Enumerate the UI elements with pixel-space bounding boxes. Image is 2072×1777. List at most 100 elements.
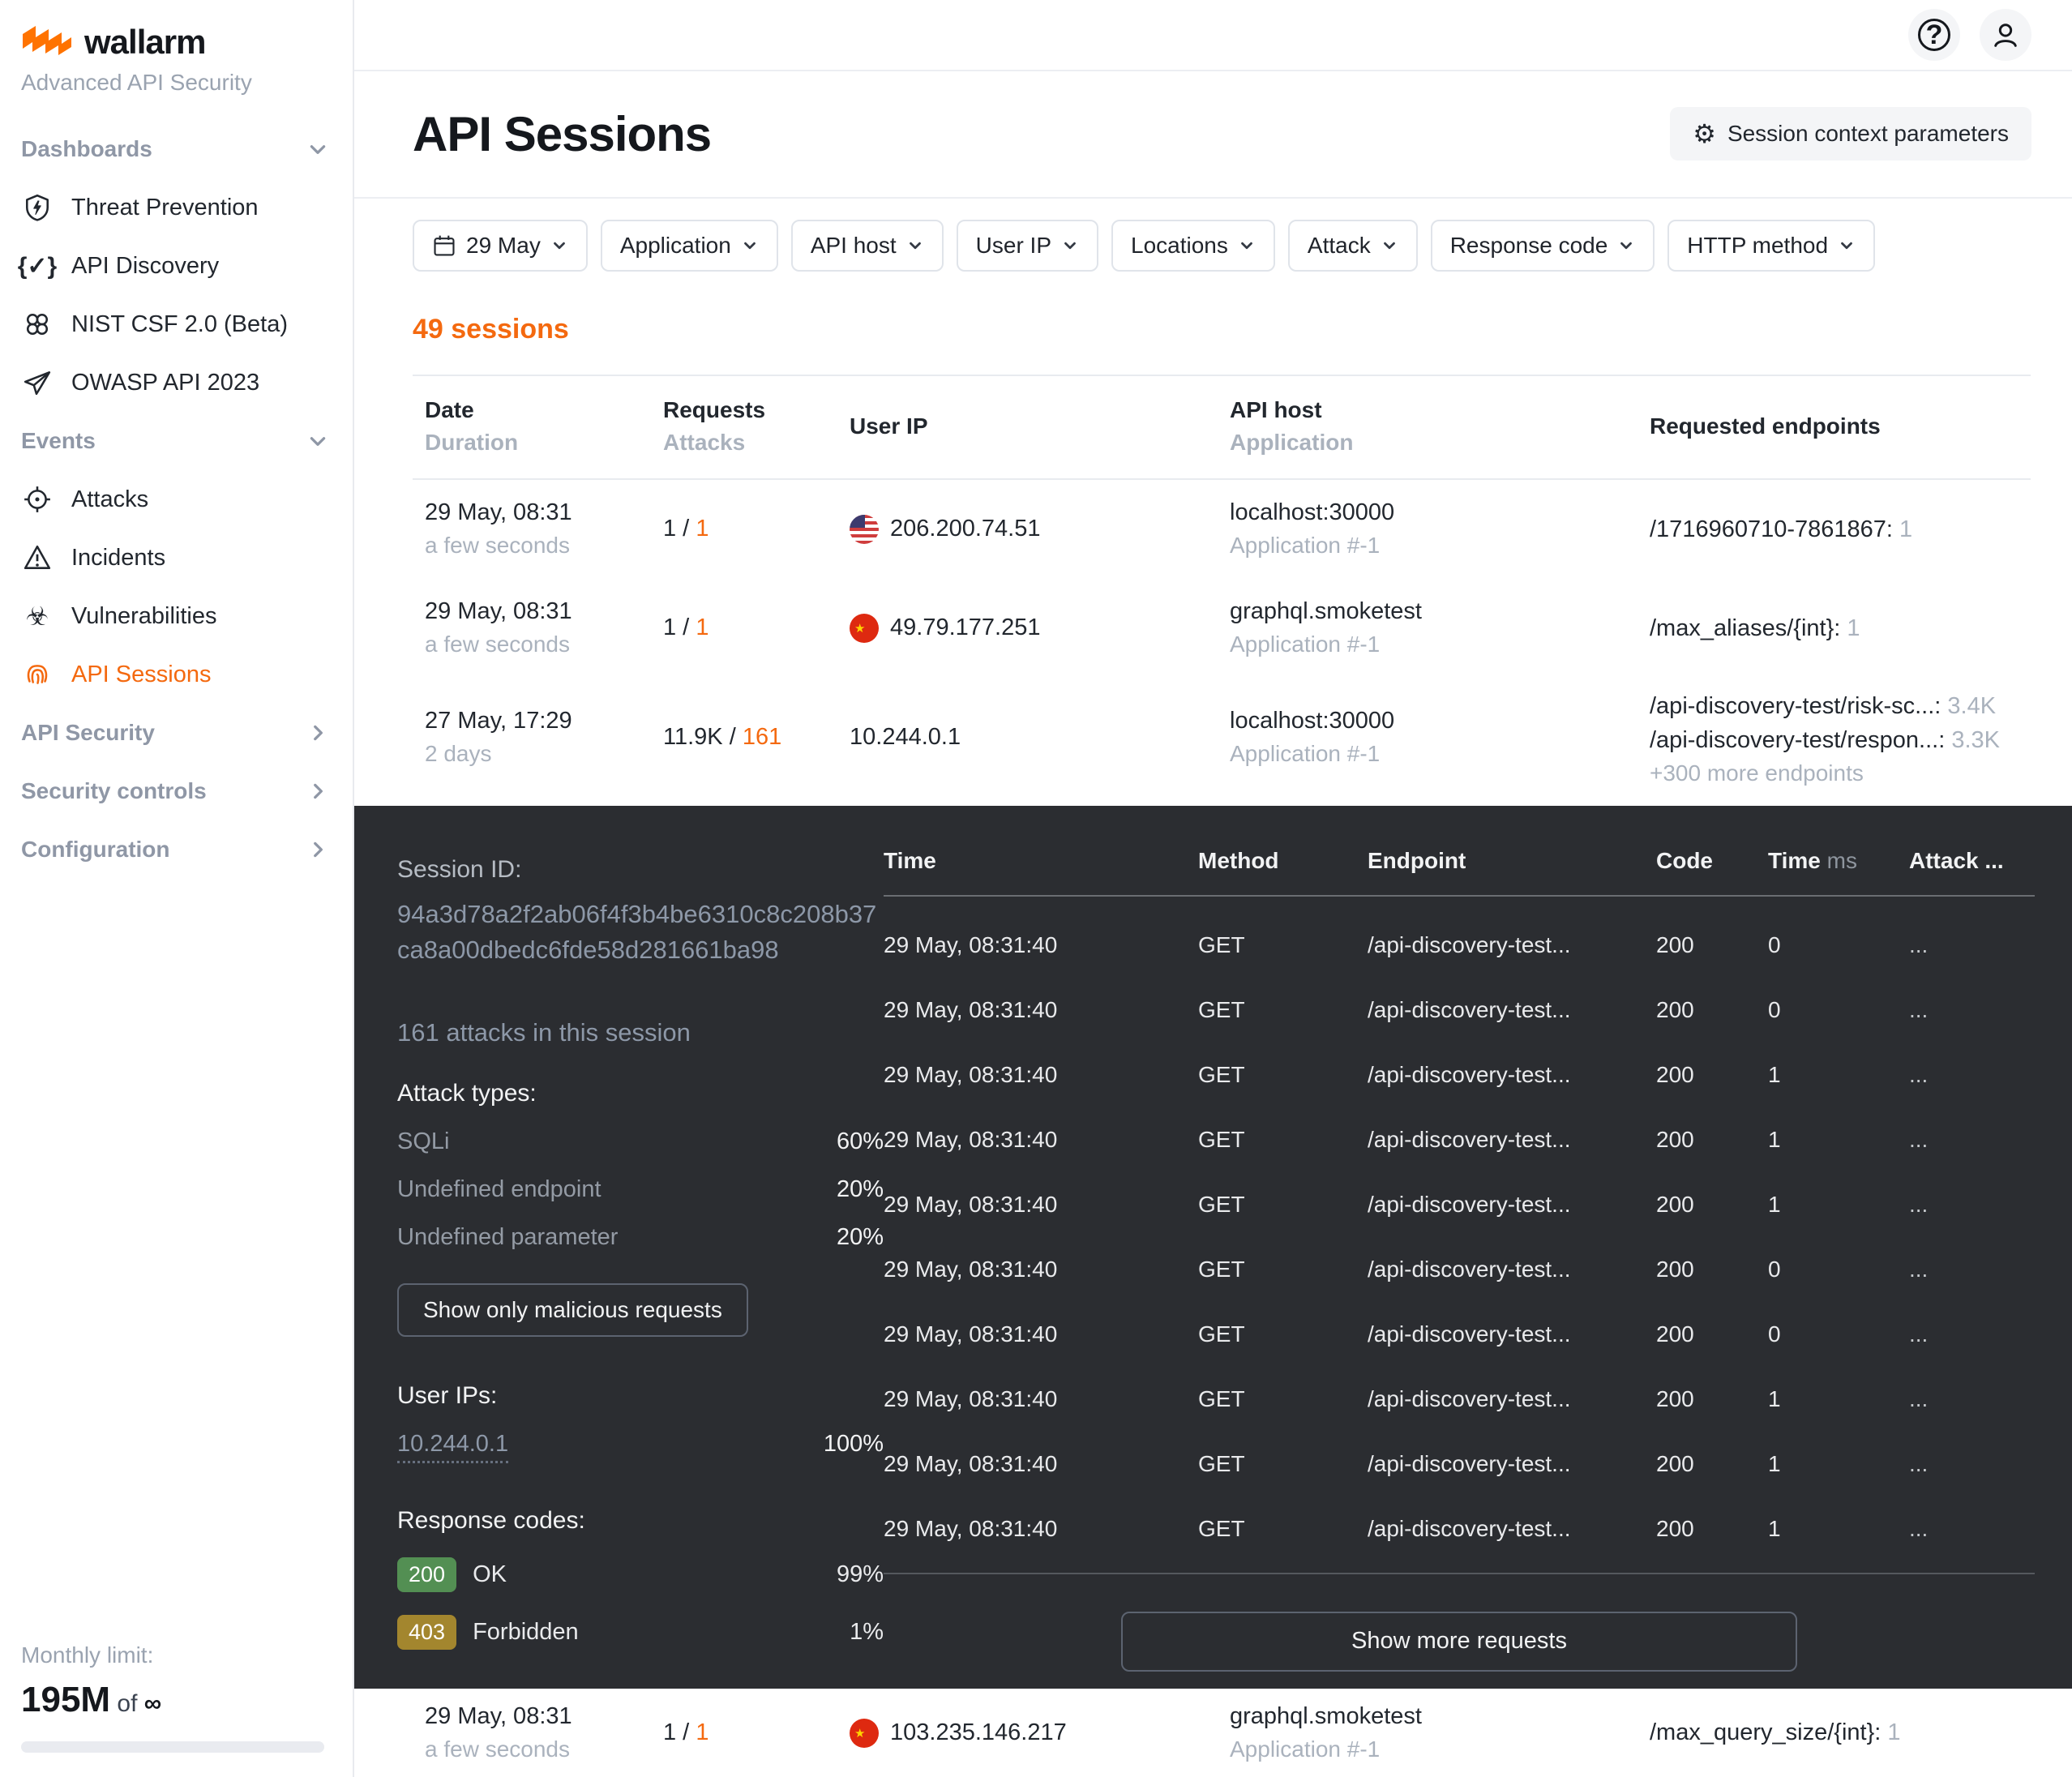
user-icon	[1990, 19, 2021, 50]
session-date: 27 May, 17:29	[425, 708, 663, 734]
request-attack[interactable]: ...	[1909, 1192, 2035, 1218]
request-row[interactable]: 29 May, 08:31:40 GET /api-discovery-test…	[884, 1172, 2035, 1237]
help-button[interactable]: ?	[1908, 9, 1960, 61]
request-time: 29 May, 08:31:40	[884, 1516, 1198, 1542]
filter-label: API host	[811, 233, 897, 259]
sidebar-section-configuration[interactable]: Configuration	[21, 820, 328, 879]
session-duration: a few seconds	[425, 533, 663, 559]
filter-user-ip[interactable]: User IP	[957, 220, 1098, 272]
request-row[interactable]: 29 May, 08:31:40 GET /api-discovery-test…	[884, 1367, 2035, 1432]
show-only-malicious-button[interactable]: Show only malicious requests	[397, 1283, 748, 1337]
request-time: 29 May, 08:31:40	[884, 1127, 1198, 1153]
request-attack[interactable]: ...	[1909, 1257, 2035, 1282]
request-endpoint: /api-discovery-test...	[1368, 1321, 1656, 1347]
section-label: Dashboards	[21, 136, 152, 162]
sidebar-item-label: OWASP API 2023	[71, 370, 259, 396]
request-attack[interactable]: ...	[1909, 1386, 2035, 1412]
request-attack[interactable]: ...	[1909, 1321, 2035, 1347]
attack-type-row: SQLi60%	[397, 1128, 884, 1155]
request-attack[interactable]: ...	[1909, 1451, 2035, 1477]
help-icon: ?	[1918, 19, 1950, 51]
status-pct: 99%	[837, 1561, 884, 1588]
request-method: GET	[1198, 1321, 1368, 1347]
request-time-ms: 1	[1768, 1192, 1909, 1218]
request-attack[interactable]: ...	[1909, 1062, 2035, 1088]
session-user-ip: 103.235.146.217	[890, 1719, 1067, 1746]
sidebar-item-threat-prevention[interactable]: Threat Prevention	[21, 178, 328, 237]
request-endpoint: /api-discovery-test...	[1368, 932, 1656, 958]
filter-locations[interactable]: Locations	[1111, 220, 1275, 272]
request-row[interactable]: 29 May, 08:31:40 GET /api-discovery-test…	[884, 1302, 2035, 1367]
sidebar-item-nist-csf[interactable]: NIST CSF 2.0 (Beta)	[21, 295, 328, 353]
user-ip-link[interactable]: 10.244.0.1	[397, 1431, 508, 1463]
session-row[interactable]: 29 May, 08:31a few seconds 1 / 1 206.200…	[413, 480, 2031, 579]
show-more-requests-button[interactable]: Show more requests	[1121, 1612, 1797, 1672]
session-application: Application #-1	[1230, 741, 1650, 767]
sidebar-item-attacks[interactable]: Attacks	[21, 470, 328, 529]
filter-date[interactable]: 29 May	[413, 220, 588, 272]
filter-attack[interactable]: Attack	[1288, 220, 1418, 272]
session-api-host: graphql.smoketest	[1230, 598, 1650, 625]
sessions-table-header: DateDuration RequestsAttacks User IP API…	[413, 376, 2031, 480]
sidebar-item-label: Attacks	[71, 486, 148, 513]
filter-application[interactable]: Application	[601, 220, 778, 272]
request-row[interactable]: 29 May, 08:31:40 GET /api-discovery-test…	[884, 1107, 2035, 1172]
col-ms-unit: ms	[1821, 848, 1857, 873]
request-time-ms: 0	[1768, 1321, 1909, 1347]
request-time-ms: 1	[1768, 1516, 1909, 1542]
section-label: API Security	[21, 720, 155, 746]
request-row[interactable]: 29 May, 08:31:40 GET /api-discovery-test…	[884, 1043, 2035, 1107]
sidebar-section-api-security[interactable]: API Security	[21, 704, 328, 762]
session-id-value[interactable]: 94a3d78a2f2ab06f4f3b4be6310c8c208b37ca8a…	[397, 897, 884, 968]
session-application: Application #-1	[1230, 533, 1650, 559]
filter-response-code[interactable]: Response code	[1431, 220, 1655, 272]
request-row[interactable]: 29 May, 08:31:40 GET /api-discovery-test…	[884, 978, 2035, 1043]
col-code: Code	[1656, 848, 1768, 874]
session-row[interactable]: 29 May, 08:31a few seconds 1 / 1 ★49.79.…	[413, 579, 2031, 678]
response-code-row: 200 OK 99%	[397, 1557, 884, 1592]
main-content: ? API Sessions ⚙ Session context paramet…	[354, 0, 2072, 1777]
sidebar-item-vulnerabilities[interactable]: ☣ Vulnerabilities	[21, 587, 328, 645]
session-row[interactable]: 29 May, 08:31a few seconds 1 / 1 ★103.23…	[413, 1689, 2031, 1777]
sidebar-item-api-discovery[interactable]: {✓} API Discovery	[21, 237, 328, 295]
sidebar-section-security-controls[interactable]: Security controls	[21, 762, 328, 820]
session-api-host: localhost:30000	[1230, 499, 1650, 526]
sidebar-section-events[interactable]: Events	[21, 412, 328, 470]
attack-type-row: Undefined endpoint20%	[397, 1176, 884, 1203]
sidebar-item-incidents[interactable]: Incidents	[21, 529, 328, 587]
request-method: GET	[1198, 997, 1368, 1023]
target-icon	[21, 485, 54, 514]
sidebar-item-api-sessions[interactable]: API Sessions	[21, 645, 328, 704]
chevron-right-icon	[307, 839, 328, 860]
monthly-limit: Monthly limit: 195M of ∞	[21, 1642, 329, 1753]
filter-http-method[interactable]: HTTP method	[1667, 220, 1875, 272]
request-endpoint: /api-discovery-test...	[1368, 1516, 1656, 1542]
sidebar-section-dashboards[interactable]: Dashboards	[21, 120, 328, 178]
request-attack[interactable]: ...	[1909, 1127, 2035, 1153]
brand[interactable]: wallarm	[21, 23, 328, 62]
more-endpoints-link[interactable]: +300 more endpoints	[1650, 760, 2031, 786]
request-row[interactable]: 29 May, 08:31:40 GET /api-discovery-test…	[884, 913, 2035, 978]
col-attack: Attack ...	[1909, 848, 2035, 874]
request-attack[interactable]: ...	[1909, 1516, 2035, 1542]
request-code: 200	[1656, 997, 1768, 1023]
request-attack[interactable]: ...	[1909, 932, 2035, 958]
user-button[interactable]	[1980, 9, 2031, 61]
request-attack[interactable]: ...	[1909, 997, 2035, 1023]
session-row-expanded[interactable]: 27 May, 17:292 days 11.9K / 161 10.244.0…	[413, 678, 2031, 806]
chevron-down-icon	[1061, 237, 1079, 255]
chevron-down-icon	[307, 139, 328, 160]
filter-api-host[interactable]: API host	[791, 220, 944, 272]
request-row[interactable]: 29 May, 08:31:40 GET /api-discovery-test…	[884, 1497, 2035, 1561]
request-row[interactable]: 29 May, 08:31:40 GET /api-discovery-test…	[884, 1237, 2035, 1302]
session-application: Application #-1	[1230, 632, 1650, 657]
endpoint-count: 1	[1887, 1719, 1900, 1745]
session-context-parameters-button[interactable]: ⚙ Session context parameters	[1670, 107, 2031, 161]
col-api-host: API host	[1230, 397, 1650, 423]
sidebar-item-owasp-api[interactable]: OWASP API 2023	[21, 353, 328, 412]
endpoint-count: 3.4K	[1947, 693, 1996, 719]
sidebar-item-label: NIST CSF 2.0 (Beta)	[71, 311, 288, 338]
session-id-line1: 94a3d78a2f2ab06f4f3b4be6310c8c208b37	[397, 900, 876, 928]
session-duration: a few seconds	[425, 632, 663, 657]
request-row[interactable]: 29 May, 08:31:40 GET /api-discovery-test…	[884, 1432, 2035, 1497]
